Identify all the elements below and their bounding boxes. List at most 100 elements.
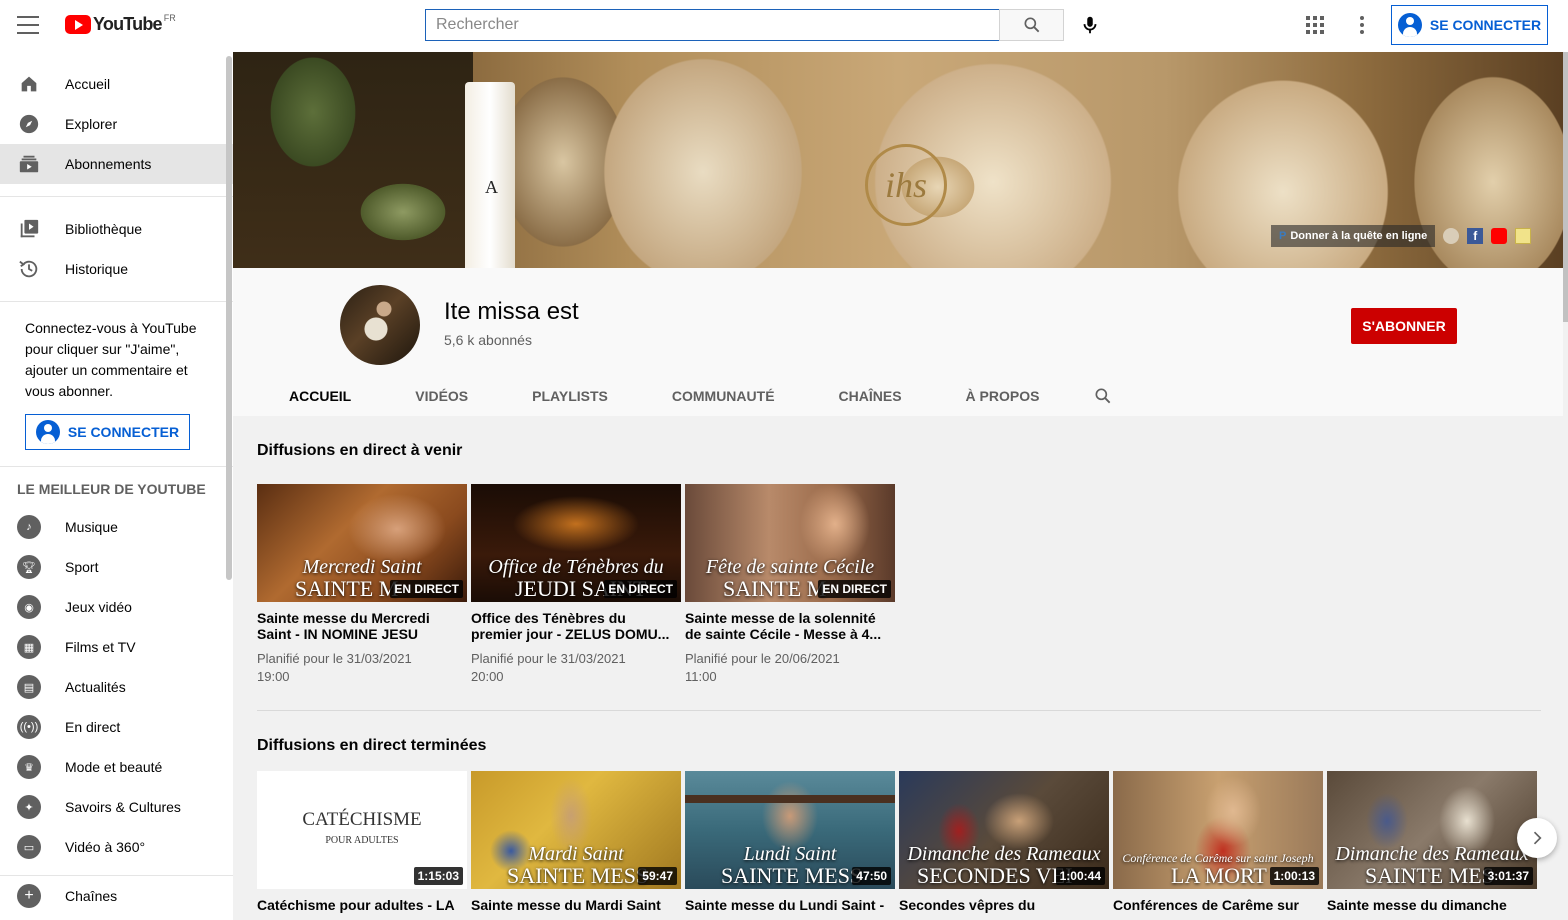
sidebar-item-mode-beaute[interactable]: ♛ Mode et beauté xyxy=(0,747,233,787)
video-thumbnail[interactable]: Mercredi Saint SAINTE M EN DIRECT xyxy=(257,484,467,602)
sidebar-item-label: Historique xyxy=(65,261,129,277)
sidebar-item-musique[interactable]: ♪ Musique xyxy=(0,507,233,547)
video-card[interactable]: Conférence de Carême sur saint Joseph LA … xyxy=(1113,771,1323,920)
duration-badge: 1:15:03 xyxy=(413,867,463,885)
channel-avatar[interactable] xyxy=(340,285,420,365)
channel-name: Ite missa est xyxy=(444,298,579,325)
sidebar: Accueil Explorer Abonnements Bibliothèqu… xyxy=(0,52,233,920)
tab-communaute[interactable]: COMMUNAUTÉ xyxy=(640,376,807,416)
sidebar-item-accueil[interactable]: Accueil xyxy=(0,64,233,104)
channel-tabs: ACCUEIL VIDÉOS PLAYLISTS COMMUNAUTÉ CHAÎ… xyxy=(257,376,1135,424)
logo-country-code: FR xyxy=(163,12,176,23)
page-scrollbar-thumb[interactable] xyxy=(1563,52,1568,322)
voice-search-button[interactable] xyxy=(1076,10,1104,40)
apps-button[interactable] xyxy=(1303,13,1327,37)
settings-more-button[interactable] xyxy=(1350,13,1374,37)
apps-grid-icon xyxy=(1306,16,1324,34)
divider xyxy=(0,301,233,302)
video-card[interactable]: Mardi Saint SAINTE MESS 59:47 Sainte mess… xyxy=(471,771,681,920)
video-thumbnail[interactable]: Conférence de Carême sur saint Joseph LA … xyxy=(1113,771,1323,889)
video-title[interactable]: Sainte messe de la solennité de sainte C… xyxy=(685,610,895,642)
paypal-icon: P xyxy=(1279,230,1287,242)
video-title[interactable]: Sainte messe du Mardi Saint xyxy=(471,897,681,920)
sidebar-scrollbar[interactable] xyxy=(226,56,232,580)
tab-accueil[interactable]: ACCUEIL xyxy=(257,376,384,424)
page-scrollbar[interactable] xyxy=(1563,52,1568,920)
video-thumbnail[interactable]: Fête de sainte Cécile SAINTE M EN DIRECT xyxy=(685,484,895,602)
sidebar-item-films-tv[interactable]: ▦ Films et TV xyxy=(0,627,233,667)
search-input[interactable] xyxy=(436,16,999,34)
sidebar-item-jeux-video[interactable]: ◉ Jeux vidéo xyxy=(0,587,233,627)
sidebar-item-label: Musique xyxy=(65,519,118,535)
sidebar-item-label: Vidéo à 360° xyxy=(65,839,146,855)
video-title[interactable]: Office des Ténèbres du premier jour - ZE… xyxy=(471,610,681,642)
sidebar-item-label: Chaînes xyxy=(65,888,118,904)
donate-link[interactable]: P Donner à la quête en ligne xyxy=(1271,225,1436,247)
search-button[interactable] xyxy=(999,9,1064,41)
website-link-icon[interactable] xyxy=(1443,228,1460,244)
sidebar-item-video-360[interactable]: ▭ Vidéo à 360° xyxy=(0,827,233,867)
sidebar-item-sport[interactable]: 🏆︎ Sport xyxy=(0,547,233,587)
banner-links: P Donner à la quête en ligne f xyxy=(1271,224,1532,248)
video-title[interactable]: Sainte messe du Lundi Saint - xyxy=(685,897,895,920)
sidebar-item-actualites[interactable]: ▤ Actualités xyxy=(0,667,233,707)
tab-a-propos[interactable]: À PROPOS xyxy=(934,376,1072,416)
video-card[interactable]: Dimanche des Rameaux SAINTE MES 3:01:37 S… xyxy=(1327,771,1537,920)
sidebar-item-label: Films et TV xyxy=(65,639,136,655)
menu-icon[interactable] xyxy=(17,16,39,34)
past-live-row: CATÉCHISME POUR ADULTES 1:15:03 Catéchis… xyxy=(257,771,1540,920)
video-thumbnail[interactable]: Office de Ténèbres du JEUDI SAINT EN DIRE… xyxy=(471,484,681,602)
library-icon xyxy=(17,217,41,241)
video-thumbnail[interactable]: Dimanche des Rameaux SECONDES VEI 1:00:44 xyxy=(899,771,1109,889)
carousel-next-button[interactable] xyxy=(1517,818,1557,858)
video-card[interactable]: Office de Ténèbres du JEUDI SAINT EN DIRE… xyxy=(471,484,681,686)
scheduled-time: 19:00 xyxy=(257,669,290,684)
sidebar-item-abonnements[interactable]: Abonnements xyxy=(0,144,233,184)
video-thumbnail[interactable]: Lundi Saint SAINTE MESS 47:50 xyxy=(685,771,895,889)
divider xyxy=(0,466,233,467)
sidebar-item-label: Savoirs & Cultures xyxy=(65,799,181,815)
facebook-icon[interactable]: f xyxy=(1467,228,1484,244)
video-card[interactable]: Dimanche des Rameaux SECONDES VEI 1:00:44… xyxy=(899,771,1109,920)
video-title[interactable]: Secondes vêpres du xyxy=(899,897,1109,920)
live-badge: EN DIRECT xyxy=(604,580,677,598)
video-card[interactable]: CATÉCHISME POUR ADULTES 1:15:03 Catéchis… xyxy=(257,771,467,920)
channel-home-content: Diffusions en direct à venir Mercredi Sa… xyxy=(233,416,1564,920)
sidebar-item-explorer[interactable]: Explorer xyxy=(0,104,233,144)
video-title[interactable]: Catéchisme pour adultes - LA xyxy=(257,897,467,920)
logo-text: YouTube xyxy=(93,14,163,34)
tab-chaines[interactable]: CHAÎNES xyxy=(807,376,934,416)
sidebar-signin-button[interactable]: SE CONNECTER xyxy=(25,414,190,450)
youtube-logo[interactable]: YouTube FR xyxy=(65,12,176,35)
sidebar-item-chaines[interactable]: + Chaînes xyxy=(0,876,233,916)
thumbnail-text: Mardi Saint xyxy=(528,843,624,865)
video-thumbnail[interactable]: Mardi Saint SAINTE MESS 59:47 xyxy=(471,771,681,889)
duration-badge: 59:47 xyxy=(638,867,677,885)
video-card[interactable]: Mercredi Saint SAINTE M EN DIRECT Sainte … xyxy=(257,484,467,686)
youtube-link-icon[interactable] xyxy=(1491,228,1508,244)
signin-button[interactable]: SE CONNECTER xyxy=(1391,5,1548,45)
scheduled-time: 20:00 xyxy=(471,669,504,684)
video-thumbnail[interactable]: Dimanche des Rameaux SAINTE MES 3:01:37 xyxy=(1327,771,1537,889)
video-title[interactable]: Sainte messe du dimanche xyxy=(1327,897,1537,920)
channel-search-button[interactable] xyxy=(1071,376,1135,416)
scheduled-date: Planifié pour le 31/03/2021 xyxy=(471,651,626,666)
sidebar-item-en-direct[interactable]: ((•)) En direct xyxy=(0,707,233,747)
video-thumbnail[interactable]: CATÉCHISME POUR ADULTES 1:15:03 xyxy=(257,771,467,889)
sidebar-item-savoirs-cultures[interactable]: ✦ Savoirs & Cultures xyxy=(0,787,233,827)
sidebar-item-label: Abonnements xyxy=(65,156,152,172)
tab-videos[interactable]: VIDÉOS xyxy=(383,376,500,416)
live-badge: EN DIRECT xyxy=(818,580,891,598)
sidebar-item-bibliotheque[interactable]: Bibliothèque xyxy=(0,209,233,249)
video-card[interactable]: Lundi Saint SAINTE MESS 47:50 Sainte mess… xyxy=(685,771,895,920)
main-content: A ihs P Donner à la quête en ligne f Ite… xyxy=(233,52,1568,920)
chevron-right-icon xyxy=(1533,831,1542,845)
tab-playlists[interactable]: PLAYLISTS xyxy=(500,376,640,416)
video-title[interactable]: Sainte messe du Mercredi Saint - IN NOMI… xyxy=(257,610,467,642)
sidebar-item-label: Mode et beauté xyxy=(65,759,163,775)
video-title[interactable]: Conférences de Carême sur xyxy=(1113,897,1323,920)
subscribe-button[interactable]: S'ABONNER xyxy=(1351,308,1457,344)
video-card[interactable]: Fête de sainte Cécile SAINTE M EN DIRECT … xyxy=(685,484,895,686)
link-icon[interactable] xyxy=(1515,228,1532,244)
sidebar-item-historique[interactable]: Historique xyxy=(0,249,233,289)
